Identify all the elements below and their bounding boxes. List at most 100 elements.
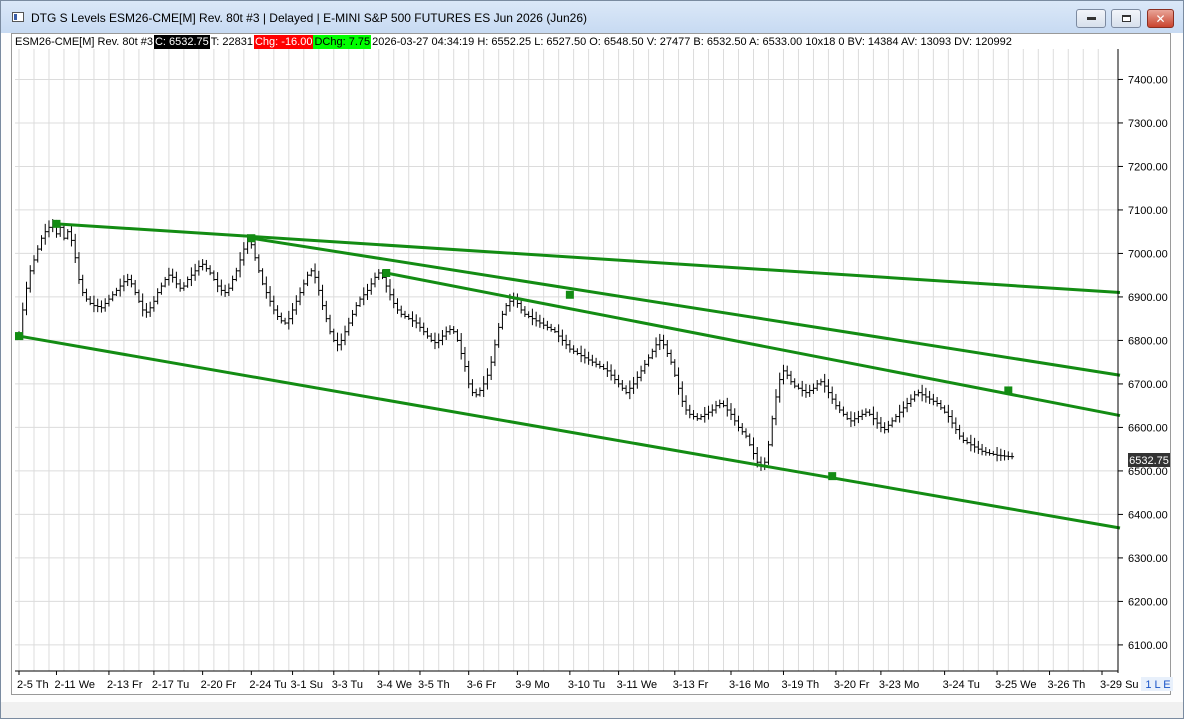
ohlc-bar [916,389,921,397]
ohlc-bar [481,376,486,397]
ohlc-bar [496,323,501,348]
ohlc-bar [983,446,988,456]
ohlc-bar [492,339,497,367]
ohlc-bar [927,390,932,404]
chart-window: DTG S Levels ESM26-CME[M] Rev. 80t #3 | … [0,0,1184,719]
ohlc-bar [358,296,363,307]
ohlc-bar [76,252,81,284]
ohlc-bar [826,379,831,399]
ohlc-bar [526,311,531,319]
ohlc-bar [567,339,572,353]
price-tick-label: 6300.00 [1128,553,1168,565]
ohlc-bar [39,235,44,251]
ohlc-bar [560,329,565,346]
trendline-anchor [15,332,23,341]
price-tick-label: 6100.00 [1128,640,1168,652]
ohlc-bar [740,423,745,435]
ohlc-bar [504,303,509,316]
ohlc-bar [200,259,205,271]
ohlc-bar [729,403,734,421]
ohlc-bar [594,357,599,368]
ohlc-bar [264,276,269,299]
ohlc-bar [822,373,827,393]
ohlc-bar [417,317,422,332]
ohlc-bar [275,305,280,320]
date-tick-label: 3-19 Th [781,679,819,691]
trendlines [15,219,1121,530]
ohlc-bar [845,411,850,421]
ohlc-bar [1006,451,1011,461]
ohlc-bar [31,255,36,275]
ohlc-bar [878,416,883,433]
ohlc-bar [642,360,647,374]
ohlc-bar [500,310,505,330]
ohlc-bar [376,269,381,280]
price-tick-label: 6200.00 [1128,596,1168,608]
ohlc-bar [234,267,239,282]
price-tick-label: 6900.00 [1128,292,1168,304]
ohlc-bar [747,433,752,447]
ohlc-bar [995,446,1000,462]
date-tick-label: 3-24 Tu [943,679,980,691]
ohlc-bar [369,278,374,295]
ohlc-bar [770,415,775,447]
ohlc-bar [953,417,958,434]
ohlc-bar [215,272,220,293]
price-tick-label: 6500.00 [1128,466,1168,478]
ohlc-bar [440,329,445,346]
ohlc-bar [485,368,490,390]
ohlc-bar [710,404,715,417]
ohlc-bar [537,314,542,328]
ohlc-bar [148,301,153,317]
ohlc-bar [893,413,898,423]
date-tick-label: 3-6 Fr [467,679,497,691]
ohlc-bar [459,333,464,360]
ohlc-bar [114,287,119,297]
price-tick-label: 7400.00 [1128,74,1168,86]
ohlc-bar [354,302,359,317]
trendline-anchor [247,234,256,243]
ohlc-bar [590,354,595,367]
ohlc-bar [256,254,261,274]
date-tick-label: 3-26 Th [1048,679,1086,691]
ohlc-bar [99,300,104,313]
mode-indicator[interactable]: 1 L E [1145,679,1170,691]
price-tick-label: 6400.00 [1128,509,1168,521]
ohlc-bar [620,380,625,391]
ohlc-bar [684,395,689,415]
ohlc-bar [88,296,93,306]
ohlc-bar [391,288,396,309]
ohlc-bar [721,400,726,408]
ohlc-bar [1002,450,1007,461]
ohlc-bar [73,233,78,264]
ohlc-bar [852,412,857,427]
ohlc-bar [575,348,580,356]
ohlc-bar [230,275,235,291]
price-chart[interactable]: 7400.00 7300.00 7200.00 7100.00 7000.00 6900.… [1,1,1183,718]
date-tick-label: 2-11 We [54,679,95,691]
ohlc-bar [163,276,168,288]
ohlc-bar [788,370,793,385]
date-tick-label: 3-23 Mo [879,679,919,691]
ohlc-bar [699,413,704,421]
ohlc-bar [886,420,891,433]
ohlc-bar [196,260,201,276]
ohlc-bar [522,306,527,317]
ohlc-bar [901,401,906,418]
ohlc-bar [444,326,449,340]
ohlc-bar [669,349,674,365]
ohlc-bar [534,311,539,327]
ohlc-bar [867,409,872,417]
ohlc-bar [159,282,164,295]
ohlc-bar [271,295,276,315]
ohlc-bar [84,288,89,302]
ohlc-bar [961,432,966,444]
price-tick-label: 6700.00 [1128,379,1168,391]
ohlc-bar [181,282,186,291]
ohlc-bar [811,383,816,394]
status-strip [1,702,1183,718]
ohlc-bar [365,283,370,300]
ohlc-bar [324,300,329,323]
ohlc-bar [976,440,981,454]
ohlc-bar [732,408,737,426]
